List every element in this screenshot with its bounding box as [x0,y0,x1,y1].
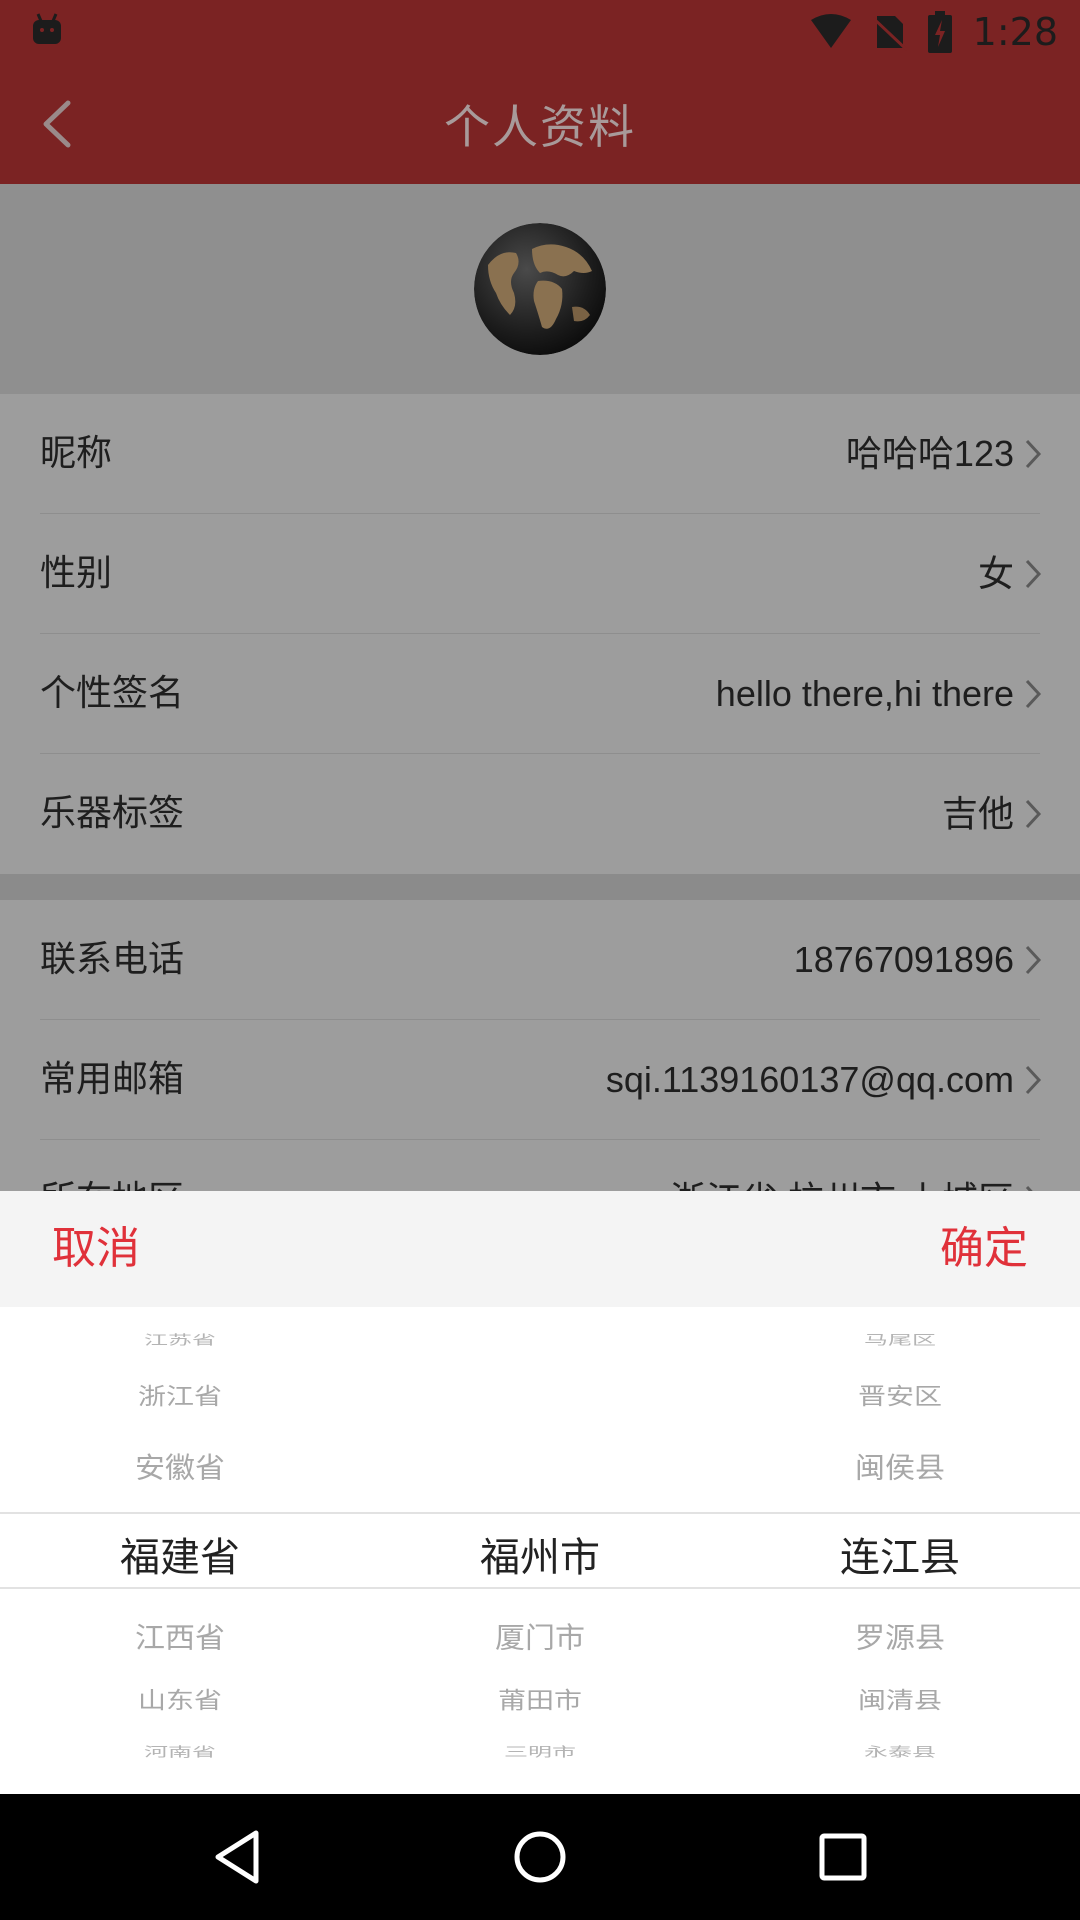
province-option[interactable]: 江西省 [0,1614,360,1656]
status-bar: 1:28 [0,0,1080,63]
phone-row[interactable]: 联系电话 18767091896 [0,900,1080,1020]
province-selected-option[interactable]: 福建省 [0,1525,360,1583]
signature-label: 个性签名 [40,673,185,714]
district-selected-option[interactable]: 连江县 [720,1525,1080,1583]
circle-home-icon [514,1831,566,1883]
region-picker: 江苏省浙江省安徽省福建省江西省山东省河南省 福州市厦门市莆田市三明市 马尾区晋安… [0,1307,1080,1794]
district-option[interactable]: 闽清县 [720,1683,1080,1716]
recents-nav-button[interactable] [810,1824,876,1890]
chevron-right-icon [1025,799,1042,829]
district-wheel[interactable]: 马尾区晋安区闽侯县连江县罗源县闽清县永泰县 [720,1307,1080,1794]
chevron-right-icon [1025,945,1042,975]
chevron-right-icon [1025,679,1042,709]
no-sim-icon [872,16,907,52]
triangle-back-icon [215,1830,259,1884]
square-recents-icon [819,1833,867,1881]
nickname-value: 哈哈哈123 [845,433,1014,474]
district-option[interactable]: 晋安区 [720,1379,1080,1412]
city-wheel[interactable]: 福州市厦门市莆田市三明市 [360,1307,720,1794]
avatar-section[interactable] [0,184,1080,394]
wifi-icon [810,14,851,48]
navigation-bar [0,1794,1080,1920]
district-option[interactable]: 马尾区 [720,1329,1080,1348]
district-option[interactable]: 罗源县 [720,1614,1080,1656]
chevron-right-icon [1025,559,1042,589]
nickname-label: 昵称 [40,433,113,474]
province-option[interactable]: 浙江省 [0,1379,360,1412]
home-nav-button[interactable] [507,1824,573,1890]
gender-label: 性别 [40,553,113,594]
instrument-tag-label: 乐器标签 [40,793,185,834]
city-selected-option[interactable]: 福州市 [360,1525,720,1583]
email-label: 常用邮箱 [40,1059,185,1100]
district-option[interactable]: 闽侯县 [720,1444,1080,1486]
email-value: sqi.1139160137@qq.com [605,1059,1014,1100]
city-option[interactable]: 三明市 [360,1741,720,1760]
title-bar: 个人资料 [0,63,1080,184]
signature-value: hello there,hi there [715,673,1014,714]
instrument-tag-value: 吉他 [941,793,1014,834]
instrument-tag-row[interactable]: 乐器标签 吉他 [0,754,1080,874]
group-separator [0,874,1080,900]
province-option[interactable]: 江苏省 [0,1329,360,1348]
battery-charging-icon [927,11,952,53]
chevron-right-icon [1025,439,1042,469]
profile-group-basic: 昵称 哈哈哈123 性别 女 个性签名 hello there,hi there… [0,394,1080,874]
email-row[interactable]: 常用邮箱 sqi.1139160137@qq.com [0,1020,1080,1140]
back-nav-button[interactable] [204,1824,270,1890]
province-option[interactable]: 山东省 [0,1683,360,1716]
phone-value: 18767091896 [793,939,1014,980]
district-option[interactable]: 永泰县 [720,1741,1080,1760]
android-debug-icon [33,13,61,44]
province-option[interactable]: 河南省 [0,1741,360,1760]
chevron-right-icon [1025,1065,1042,1095]
phone-label: 联系电话 [40,939,185,980]
picker-toolbar: 取消 确定 [0,1191,1080,1307]
province-option[interactable]: 安徽省 [0,1444,360,1486]
gender-value: 女 [977,553,1014,594]
nickname-row[interactable]: 昵称 哈哈哈123 [0,394,1080,514]
city-option[interactable]: 厦门市 [360,1614,720,1656]
status-time: 1:28 [972,10,1058,54]
cancel-button[interactable]: 取消 [52,1191,140,1307]
confirm-button[interactable]: 确定 [940,1191,1028,1307]
globe-avatar-image [474,223,606,355]
province-wheel[interactable]: 江苏省浙江省安徽省福建省江西省山东省河南省 [0,1307,360,1794]
gender-row[interactable]: 性别 女 [0,514,1080,634]
avatar[interactable] [474,223,606,355]
city-option[interactable]: 莆田市 [360,1683,720,1716]
signature-row[interactable]: 个性签名 hello there,hi there [0,634,1080,754]
page-title: 个人资料 [444,100,636,154]
status-icons: 1:28 [809,6,1058,58]
app-root: 1:28 个人资料 昵称 哈哈哈123 性别 女 个性签名 hello ther… [0,0,1080,1920]
